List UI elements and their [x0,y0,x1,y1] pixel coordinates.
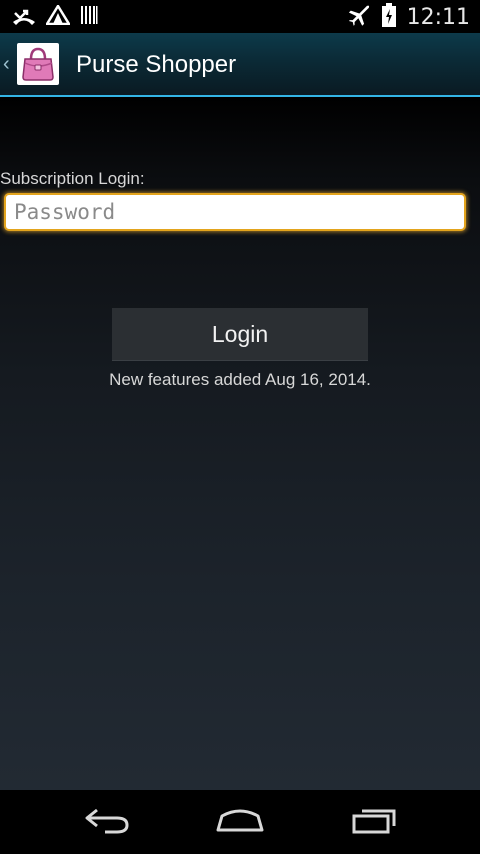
password-field[interactable] [4,193,466,231]
back-button[interactable] [77,802,137,842]
recent-apps-icon [350,806,398,839]
subscription-login-label: Subscription Login: [0,169,145,188]
login-screen: Subscription Login: Login New features a… [0,97,480,790]
battery-charging-icon [381,2,397,32]
status-time: 12:11 [406,4,470,30]
home-button[interactable] [210,802,270,842]
purse-icon[interactable] [17,43,59,85]
new-features-text: New features added Aug 16, 2014. [109,370,371,389]
app-title: Purse Shopper [76,51,237,78]
missed-call-icon [12,5,36,30]
navigation-bar [0,790,480,854]
back-icon [83,806,131,839]
barcode-icon [80,5,98,30]
status-bar: 12:11 [0,0,480,33]
login-button[interactable]: Login [112,308,368,361]
screen: 12:11 ‹ Purse Shopper Subscription Login… [0,0,480,854]
up-caret-icon[interactable]: ‹ [3,54,10,74]
action-bar[interactable]: ‹ Purse Shopper [0,33,480,95]
home-icon [214,806,266,839]
recent-apps-button[interactable] [344,802,404,842]
status-notifications [12,3,98,30]
airplane-mode-icon [347,3,371,32]
status-system: 12:11 [347,2,470,32]
wifi-signal-icon [44,3,72,30]
